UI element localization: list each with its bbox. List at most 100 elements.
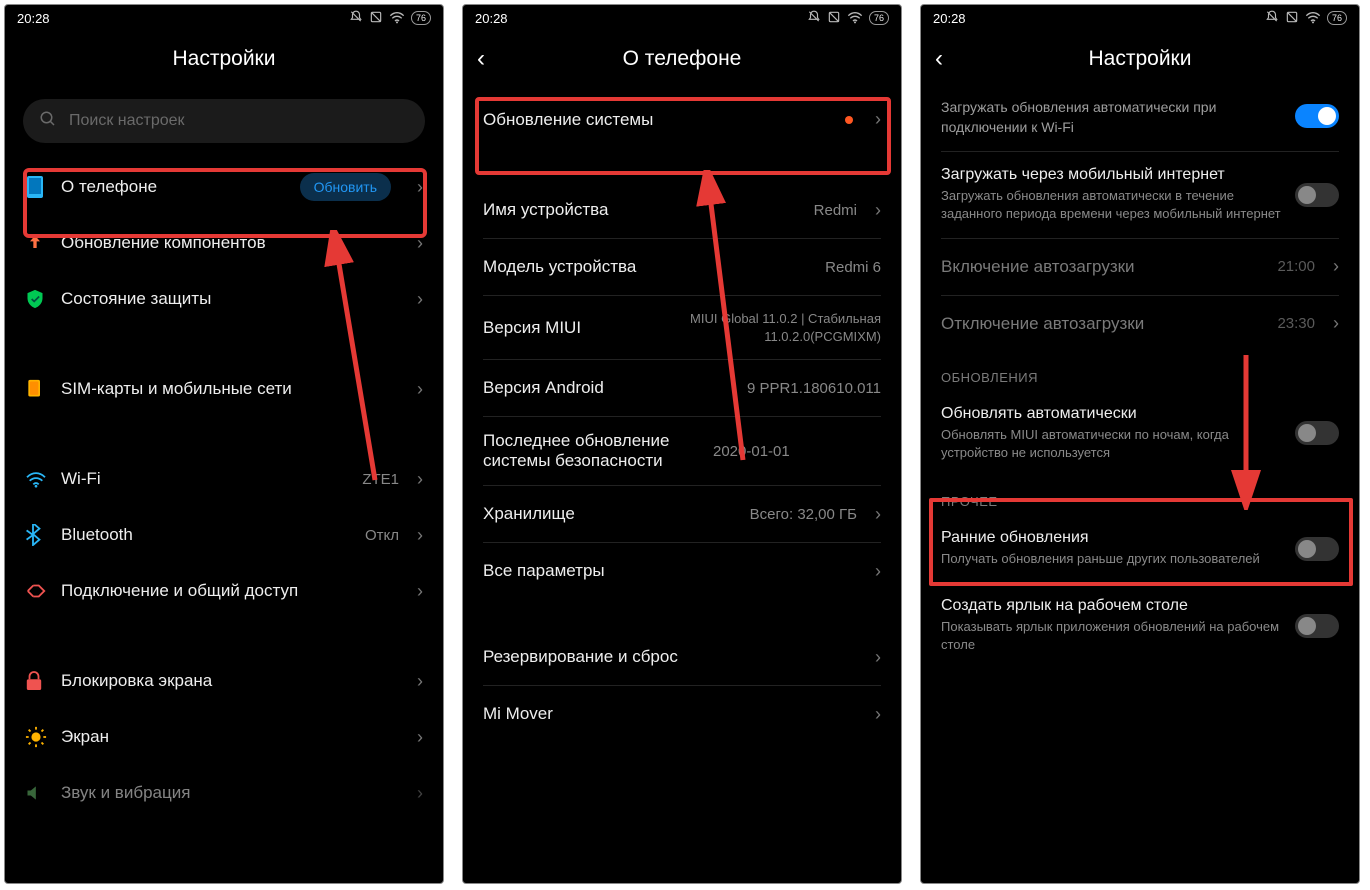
chevron-right-icon: › <box>405 581 423 602</box>
chevron-right-icon: › <box>405 233 423 254</box>
no-sim-icon <box>827 10 841 27</box>
phone-screen-3: 20:28 76 ‹ Настройки Загружать обновлени… <box>920 4 1360 884</box>
toggle-mobile[interactable] <box>1295 183 1339 207</box>
section-header-other: ПРОЧЕЕ <box>921 476 1359 515</box>
page-header: ‹ Настройки <box>921 31 1359 87</box>
chevron-right-icon: › <box>863 200 881 221</box>
back-button[interactable]: ‹ <box>477 47 485 71</box>
toggle-auto-update[interactable] <box>1295 421 1339 445</box>
brightness-icon <box>25 726 61 748</box>
row-mobile-download[interactable]: Загружать через мобильный интернет Загру… <box>921 152 1359 237</box>
row-bluetooth[interactable]: Bluetooth Откл › <box>5 507 443 563</box>
row-shortcut[interactable]: Создать ярлык на рабочем столе Показыват… <box>921 583 1359 668</box>
lock-icon <box>25 670 61 692</box>
row-all-specs[interactable]: Все параметры › <box>463 543 901 599</box>
chevron-right-icon: › <box>863 561 881 582</box>
battery-icon: 76 <box>411 11 431 25</box>
row-backup-reset[interactable]: Резервирование и сброс › <box>463 629 901 685</box>
chevron-right-icon: › <box>863 109 881 130</box>
phone-screen-1: 20:28 76 Настройки Поиск настроек О <box>4 4 444 884</box>
row-display[interactable]: Экран › <box>5 709 443 765</box>
row-security-patch[interactable]: Последнее обновление системы безопасност… <box>463 417 901 485</box>
chevron-right-icon: › <box>1321 313 1339 334</box>
update-badge[interactable]: Обновить <box>300 173 391 201</box>
chevron-right-icon: › <box>405 671 423 692</box>
status-icons: 76 <box>349 10 431 27</box>
status-time: 20:28 <box>475 11 508 26</box>
row-android-version[interactable]: Версия Android 9 PPR1.180610.011 <box>463 360 901 416</box>
chevron-right-icon: › <box>405 525 423 546</box>
toggle-shortcut[interactable] <box>1295 614 1339 638</box>
chevron-right-icon: › <box>405 379 423 400</box>
status-bar: 20:28 76 <box>463 5 901 31</box>
row-sim[interactable]: SIM-карты и мобильные сети › <box>5 361 443 417</box>
row-system-update[interactable]: Обновление системы › <box>463 87 901 152</box>
chevron-right-icon: › <box>405 783 423 804</box>
chevron-right-icon: › <box>863 504 881 525</box>
toggle-wifi-auto[interactable] <box>1295 104 1339 128</box>
row-auto-update[interactable]: Обновлять автоматически Обновлять MIUI а… <box>921 391 1359 476</box>
status-bar: 20:28 76 <box>5 5 443 31</box>
chevron-right-icon: › <box>405 289 423 310</box>
phone-icon <box>25 175 61 199</box>
toggle-early[interactable] <box>1295 537 1339 561</box>
dot-notification-icon <box>845 116 853 124</box>
row-share[interactable]: Подключение и общий доступ › <box>5 563 443 619</box>
row-early-updates[interactable]: Ранние обновления Получать обновления ра… <box>921 515 1359 582</box>
status-time: 20:28 <box>933 11 966 26</box>
bt-value: Откл <box>365 527 399 544</box>
chevron-right-icon: › <box>405 727 423 748</box>
row-device-name[interactable]: Имя устройства Redmi › <box>463 182 901 238</box>
chevron-right-icon: › <box>1321 256 1339 277</box>
battery-icon: 76 <box>1327 11 1347 25</box>
wifi-icon <box>25 470 61 488</box>
page-title: Настройки <box>1089 47 1192 71</box>
page-header: Настройки <box>5 31 443 87</box>
status-time: 20:28 <box>17 11 50 26</box>
row-wifi[interactable]: Wi-Fi ZTE1 › <box>5 451 443 507</box>
chevron-right-icon: › <box>863 704 881 725</box>
row-auto-off-time: Отключение автозагрузки 23:30 › <box>921 296 1359 352</box>
status-bar: 20:28 76 <box>921 5 1359 31</box>
chevron-right-icon: › <box>405 177 423 198</box>
wifi-icon <box>1305 10 1321 27</box>
wifi-icon <box>847 10 863 27</box>
dnd-icon <box>349 10 363 27</box>
speaker-icon <box>25 783 61 803</box>
row-lockscreen[interactable]: Блокировка экрана › <box>5 653 443 709</box>
row-wifi-auto-download[interactable]: Загружать обновления автоматически при п… <box>921 87 1359 151</box>
row-storage[interactable]: Хранилище Всего: 32,00 ГБ › <box>463 486 901 542</box>
dnd-icon <box>1265 10 1279 27</box>
row-sound[interactable]: Звук и вибрация › <box>5 765 443 821</box>
search-placeholder: Поиск настроек <box>69 112 185 130</box>
sim-icon <box>25 378 61 400</box>
section-header-updates: ОБНОВЛЕНИЯ <box>921 352 1359 391</box>
row-miui-version[interactable]: Версия MIUI MIUI Global 11.0.2 | Стабиль… <box>463 296 901 359</box>
no-sim-icon <box>1285 10 1299 27</box>
row-about-phone[interactable]: О телефоне Обновить › <box>5 159 443 215</box>
share-icon <box>25 580 61 602</box>
page-title: Настройки <box>173 47 276 71</box>
search-icon <box>39 110 57 133</box>
shield-icon <box>25 288 61 310</box>
upload-icon <box>25 233 61 253</box>
back-button[interactable]: ‹ <box>935 47 943 71</box>
page-header: ‹ О телефоне <box>463 31 901 87</box>
status-icons: 76 <box>1265 10 1347 27</box>
row-component-updates[interactable]: Обновление компонентов › <box>5 215 443 271</box>
battery-icon: 76 <box>869 11 889 25</box>
phone-screen-2: 20:28 76 ‹ О телефоне Обновление системы… <box>462 4 902 884</box>
status-icons: 76 <box>807 10 889 27</box>
page-title: О телефоне <box>623 47 742 71</box>
search-input[interactable]: Поиск настроек <box>23 99 425 143</box>
row-model[interactable]: Модель устройства Redmi 6 <box>463 239 901 295</box>
chevron-right-icon: › <box>863 647 881 668</box>
dnd-icon <box>807 10 821 27</box>
bluetooth-icon <box>25 524 61 546</box>
row-auto-on-time: Включение автозагрузки 21:00 › <box>921 239 1359 295</box>
wifi-icon <box>389 10 405 27</box>
wifi-value: ZTE1 <box>362 471 399 488</box>
chevron-right-icon: › <box>405 469 423 490</box>
row-security-status[interactable]: Состояние защиты › <box>5 271 443 327</box>
row-mi-mover[interactable]: Mi Mover › <box>463 686 901 742</box>
